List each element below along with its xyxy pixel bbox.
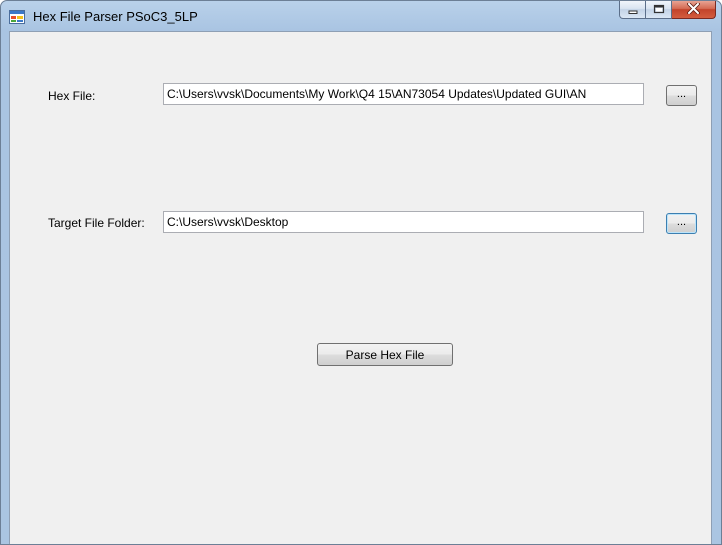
window-title: Hex File Parser PSoC3_5LP bbox=[33, 9, 198, 24]
app-window: Hex File Parser PSoC3_5LP Hex File: C:\U… bbox=[0, 0, 722, 545]
minimize-icon bbox=[628, 1, 638, 19]
caption-buttons bbox=[619, 1, 716, 21]
target-folder-path-input[interactable]: C:\Users\vvsk\Desktop bbox=[163, 211, 644, 233]
maximize-button[interactable] bbox=[646, 1, 672, 19]
parse-hex-file-button[interactable]: Parse Hex File bbox=[317, 343, 453, 366]
target-folder-label: Target File Folder: bbox=[48, 216, 145, 230]
close-button[interactable] bbox=[672, 1, 716, 19]
form-client-area: Hex File: C:\Users\vvsk\Documents\My Wor… bbox=[9, 31, 712, 544]
hex-file-path-input[interactable]: C:\Users\vvsk\Documents\My Work\Q4 15\AN… bbox=[163, 83, 644, 105]
close-icon bbox=[687, 1, 700, 19]
windows-form-icon bbox=[9, 10, 25, 24]
target-folder-browse-button[interactable]: ... bbox=[666, 213, 697, 234]
title-bar[interactable]: Hex File Parser PSoC3_5LP bbox=[1, 1, 721, 31]
hex-file-label: Hex File: bbox=[48, 89, 96, 103]
hex-file-browse-button[interactable]: ... bbox=[666, 85, 697, 106]
maximize-icon bbox=[653, 1, 665, 19]
minimize-button[interactable] bbox=[619, 1, 646, 19]
